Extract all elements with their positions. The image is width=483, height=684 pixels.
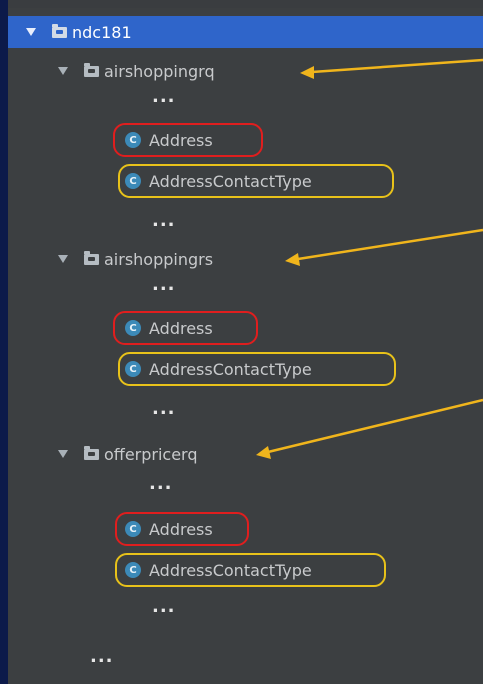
ellipsis: ... [90,646,114,667]
tree-node-package-offerpricerq[interactable]: offerpricerq [8,438,198,470]
ellipsis: ... [152,596,176,617]
tree-node-package-airshoppingrq[interactable]: airshoppingrq [8,55,215,87]
expand-arrow-icon[interactable] [58,67,68,75]
panel-top-strip [8,0,483,8]
folder-icon [84,62,99,77]
tree-node-label: airshoppingrs [104,249,214,269]
tree-node-label: offerpricerq [104,444,198,464]
ellipsis: ... [149,473,173,494]
ellipsis: ... [152,86,176,107]
tree-node-package-airshoppingrs[interactable]: airshoppingrs [8,243,213,275]
highlight-red-outline [115,512,249,546]
folder-icon [84,250,99,265]
tree-node-label: airshoppingrq [104,61,215,81]
folder-icon [52,23,67,38]
tree-node-root[interactable]: ndc181 [8,16,483,48]
expand-arrow-icon[interactable] [58,450,68,458]
ellipsis: ... [152,398,176,419]
highlight-yellow-outline [115,553,386,587]
tree-node-label: ndc181 [72,22,132,42]
highlight-red-outline [113,123,263,157]
folder-icon [84,445,99,460]
ellipsis: ... [152,274,176,295]
highlight-yellow-outline [118,352,396,386]
highlight-yellow-outline [118,164,394,198]
expand-arrow-icon[interactable] [58,255,68,263]
highlight-red-outline [113,311,258,345]
expand-arrow-icon[interactable] [26,28,36,36]
ellipsis: ... [152,210,176,231]
